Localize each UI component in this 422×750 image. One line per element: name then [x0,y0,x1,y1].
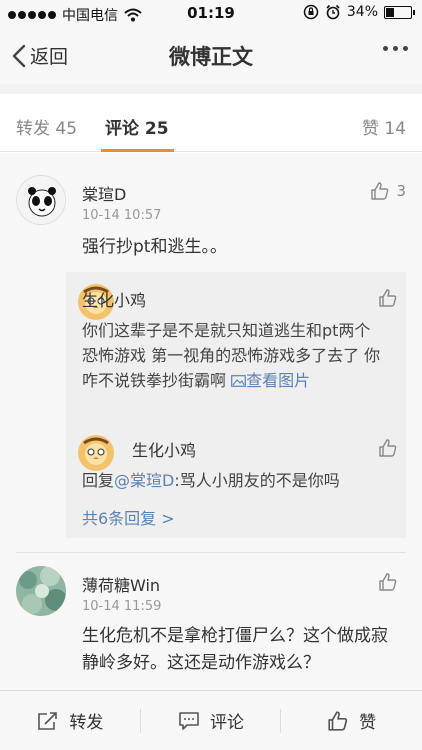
reply-author[interactable]: 生化小鸡 [82,287,146,311]
view-image-label: 查看图片 [246,371,311,390]
comment-text: 生化危机不是拿枪打僵尸么？这个做成寂静岭多好。这还是动作游戏么？ [82,626,388,673]
reply-like-button[interactable] [378,438,398,458]
comment-label: 评论 [210,713,244,733]
thumbs-up-icon [328,710,348,731]
reply-body: :骂人小朋友的不是你吗 [174,471,340,490]
comment-item: 薄荷糖Win 10-14 11:59 生化危机不是拿枪打僵尸么？这个做成寂静岭多… [0,553,422,690]
repost-icon [38,711,58,730]
chick-avatar-icon [78,435,114,471]
image-icon [231,375,247,387]
section-gap [0,84,422,94]
more-dot [383,46,388,51]
reply-text: 回复@棠瑄D:骂人小朋友的不是你吗 [82,468,382,493]
reply-like-button[interactable] [378,288,398,308]
thumbs-up-icon [379,289,397,307]
thumbs-up-icon [371,182,389,200]
bottom-toolbar: 转发 评论 赞 [0,690,422,750]
reply-text: 你们这辈子是不是就只知道逃生和pt两个恐怖游戏 第一视角的恐怖游戏多了去了 你咋… [82,318,382,393]
avatar[interactable] [78,435,114,471]
comment-time: 10-14 11:59 [82,599,162,614]
alarm-icon [326,4,340,20]
comment-icon [179,711,199,730]
comment-item: 棠瑄D 10-14 10:57 3 强行抄pt和逃生。。 生化小鸡 你们这辈子是… [0,160,422,548]
like-button[interactable]: 赞 [281,691,422,750]
comment-author[interactable]: 薄荷糖Win [82,572,160,596]
comment-like-button[interactable]: 3 [370,181,406,201]
repost-button[interactable]: 转发 [0,691,141,750]
tab-repost[interactable]: 转发 45 [16,114,77,139]
thumbs-up-icon [379,439,397,457]
like-count: 3 [396,182,406,200]
nav-bar: 返回 微博正文 [0,28,422,84]
tab-bar: 转发 45 评论 25 赞 14 [0,94,422,152]
panda-avatar-icon [17,176,65,224]
battery-icon [384,5,415,19]
more-replies-link[interactable]: 共6条回复 > [82,505,175,529]
reply-item: 生化小鸡 你们这辈子是不是就只知道逃生和pt两个恐怖游戏 第一视角的恐怖游戏多了… [66,272,406,420]
comment-text: 强行抄pt和逃生。。 [82,237,227,257]
reply-author[interactable]: 生化小鸡 [132,437,196,461]
avatar[interactable] [16,566,66,616]
reply-item: 生化小鸡 回复@棠瑄D:骂人小朋友的不是你吗 [66,427,406,497]
tab-likes[interactable]: 赞 14 [362,114,406,139]
page-title: 微博正文 [169,45,253,69]
avatar[interactable] [16,175,66,225]
thumbs-up-icon [379,573,397,591]
battery-percent: 34% [346,4,378,20]
comment-time: 10-14 10:57 [82,208,162,223]
tab-comments[interactable]: 评论 25 [105,114,169,139]
more-options-button[interactable] [383,46,408,51]
active-tab-indicator [101,149,174,152]
repost-label: 转发 [69,713,104,733]
reply-box: 生化小鸡 你们这辈子是不是就只知道逃生和pt两个恐怖游戏 第一视角的恐怖游戏多了… [66,272,406,538]
foliage-avatar-icon [16,566,66,616]
comment-author[interactable]: 棠瑄D [82,181,126,205]
more-dot [393,46,398,51]
like-label: 赞 [359,713,377,733]
comment-button[interactable]: 评论 [141,691,282,750]
more-dot [403,46,408,51]
mention-link[interactable]: @棠瑄D [114,471,174,490]
status-bar: 中国电信 01:19 34% [0,0,422,28]
rotation-lock-icon [303,4,319,20]
reply-prefix: 回复 [82,471,115,490]
comment-like-button[interactable] [378,572,398,592]
status-right: 34% [303,4,415,20]
view-image-link[interactable]: 查看图片 [231,371,310,390]
